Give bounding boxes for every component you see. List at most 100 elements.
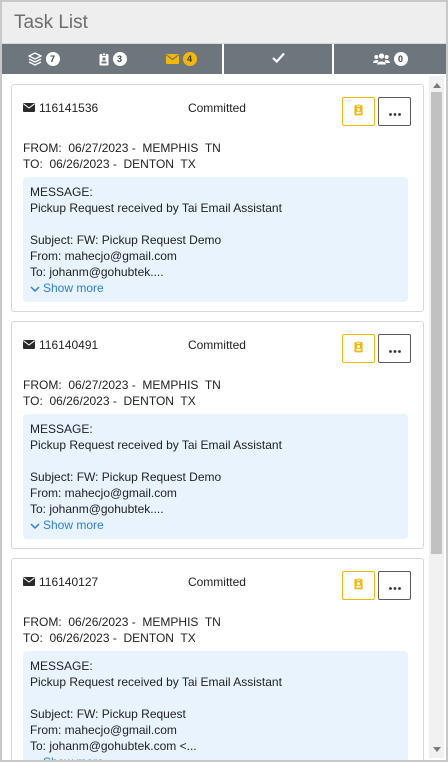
message-from: From: mahecjo@gmail.com [30, 486, 177, 500]
route-from: 06/27/2023 - MEMPHIS TN [68, 378, 221, 392]
envelope-icon [23, 101, 35, 115]
ellipsis-icon [388, 105, 401, 119]
message-text: Pickup Request received by Tai Email Ass… [30, 438, 282, 452]
task-card-actions [342, 97, 411, 126]
from-label: FROM: [23, 615, 62, 629]
task-route: FROM: 06/27/2023 - MEMPHIS TN TO: 06/26/… [23, 377, 411, 409]
scroll-up-arrow-icon[interactable] [429, 78, 444, 92]
task-card-header: 116141536 Committed [23, 97, 411, 137]
from-label: FROM: [23, 378, 62, 392]
show-more-link[interactable]: Show more [30, 280, 400, 296]
tab-email-tasks[interactable]: 4 [165, 52, 197, 66]
vertical-scrollbar[interactable] [429, 76, 444, 758]
more-options-button[interactable] [378, 334, 411, 363]
id-badge-icon [354, 577, 363, 593]
message-label: MESSAGE: [30, 659, 93, 673]
task-id-wrap: 116140491 [23, 334, 188, 352]
tab-assigned-tasks[interactable]: 3 [99, 52, 127, 66]
task-route: FROM: 06/26/2023 - MEMPHIS TN TO: 06/26/… [23, 614, 411, 646]
to-label: TO: [23, 631, 43, 645]
assigned-tasks-count-badge: 3 [112, 52, 127, 66]
task-status: Committed [187, 575, 246, 589]
message-text: Pickup Request received by Tai Email Ass… [30, 201, 282, 215]
tab-completed[interactable] [224, 44, 334, 74]
to-label: TO: [23, 157, 43, 171]
task-status: Committed [187, 101, 246, 115]
route-from-row: FROM: 06/27/2023 - MEMPHIS TN [23, 377, 411, 393]
ellipsis-icon [388, 342, 401, 356]
route-from: 06/27/2023 - MEMPHIS TN [68, 141, 221, 155]
task-card-header: 116140491 Committed [23, 334, 411, 374]
show-more-link[interactable]: Show more [30, 517, 400, 533]
task-cards: 116141536 Committed FROM: 06/27/2023 - M… [11, 84, 424, 760]
layers-icon [27, 52, 42, 66]
task-status: Committed [187, 338, 246, 352]
task-id-wrap: 116140127 [23, 571, 188, 589]
task-card-actions [342, 571, 411, 600]
route-to: 06/26/2023 - DENTON TX [49, 631, 196, 645]
show-more-label: Show more [43, 518, 104, 532]
tab-team[interactable]: 0 [334, 44, 446, 74]
id-badge-icon [99, 52, 109, 66]
scrollbar-thumb[interactable] [431, 92, 442, 554]
from-label: FROM: [23, 141, 62, 155]
message-subject: Subject: FW: Pickup Request Demo [30, 470, 222, 484]
message-subject: Subject: FW: Pickup Request Demo [30, 233, 222, 247]
task-id: 116140491 [39, 338, 99, 352]
route-to-row: TO: 06/26/2023 - DENTON TX [23, 393, 411, 409]
id-badge-icon [354, 103, 363, 119]
task-message: MESSAGE: Pickup Request received by Tai … [23, 177, 408, 302]
chevron-down-icon [30, 517, 40, 533]
message-subject: Subject: FW: Pickup Request [30, 707, 186, 721]
task-card-header: 116140127 Committed [23, 571, 411, 611]
chevron-down-icon [30, 280, 40, 296]
route-to-row: TO: 06/26/2023 - DENTON TX [23, 156, 411, 172]
message-label: MESSAGE: [30, 185, 93, 199]
team-count-badge: 0 [393, 52, 408, 66]
envelope-icon [23, 575, 35, 589]
message-from: From: mahecjo@gmail.com [30, 723, 177, 737]
team-tab-content: 0 [372, 52, 408, 66]
assign-task-button[interactable] [342, 334, 375, 363]
task-id-wrap: 116141536 [23, 97, 188, 115]
ellipsis-icon [388, 579, 401, 593]
chevron-down-icon [30, 754, 40, 760]
message-to: To: johanm@gohubtek.... [30, 265, 164, 279]
show-more-link[interactable]: Show more [30, 754, 400, 760]
more-options-button[interactable] [378, 97, 411, 126]
id-badge-icon [354, 340, 363, 356]
message-label: MESSAGE: [30, 422, 93, 436]
check-icon [271, 52, 285, 66]
assign-task-button[interactable] [342, 97, 375, 126]
to-label: TO: [23, 394, 43, 408]
route-to: 06/26/2023 - DENTON TX [49, 157, 196, 171]
envelope-icon [23, 338, 35, 352]
all-tasks-count-badge: 7 [45, 52, 60, 66]
panel-header: Task List [2, 2, 446, 44]
filter-tabbar: 7 3 4 0 [2, 44, 446, 74]
task-message: MESSAGE: Pickup Request received by Tai … [23, 651, 408, 760]
task-route: FROM: 06/27/2023 - MEMPHIS TN TO: 06/26/… [23, 140, 411, 172]
route-to: 06/26/2023 - DENTON TX [49, 394, 196, 408]
task-filter-group: 7 3 4 [2, 44, 224, 74]
task-message: MESSAGE: Pickup Request received by Tai … [23, 414, 408, 539]
task-card[interactable]: 116140127 Committed FROM: 06/26/2023 - M… [11, 558, 424, 760]
users-icon [372, 53, 390, 65]
task-card[interactable]: 116140491 Committed FROM: 06/27/2023 - M… [11, 321, 424, 549]
message-to: To: johanm@gohubtek.... [30, 502, 164, 516]
task-card-actions [342, 334, 411, 363]
task-id: 116141536 [39, 101, 99, 115]
task-card[interactable]: 116141536 Committed FROM: 06/27/2023 - M… [11, 84, 424, 312]
task-list[interactable]: 116141536 Committed FROM: 06/27/2023 - M… [2, 76, 446, 760]
envelope-icon [165, 54, 179, 64]
scroll-down-arrow-icon[interactable] [429, 742, 444, 756]
assign-task-button[interactable] [342, 571, 375, 600]
panel-title: Task List [14, 11, 88, 33]
tab-all-tasks[interactable]: 7 [27, 52, 60, 66]
show-more-label: Show more [43, 754, 104, 760]
more-options-button[interactable] [378, 571, 411, 600]
route-to-row: TO: 06/26/2023 - DENTON TX [23, 630, 411, 646]
